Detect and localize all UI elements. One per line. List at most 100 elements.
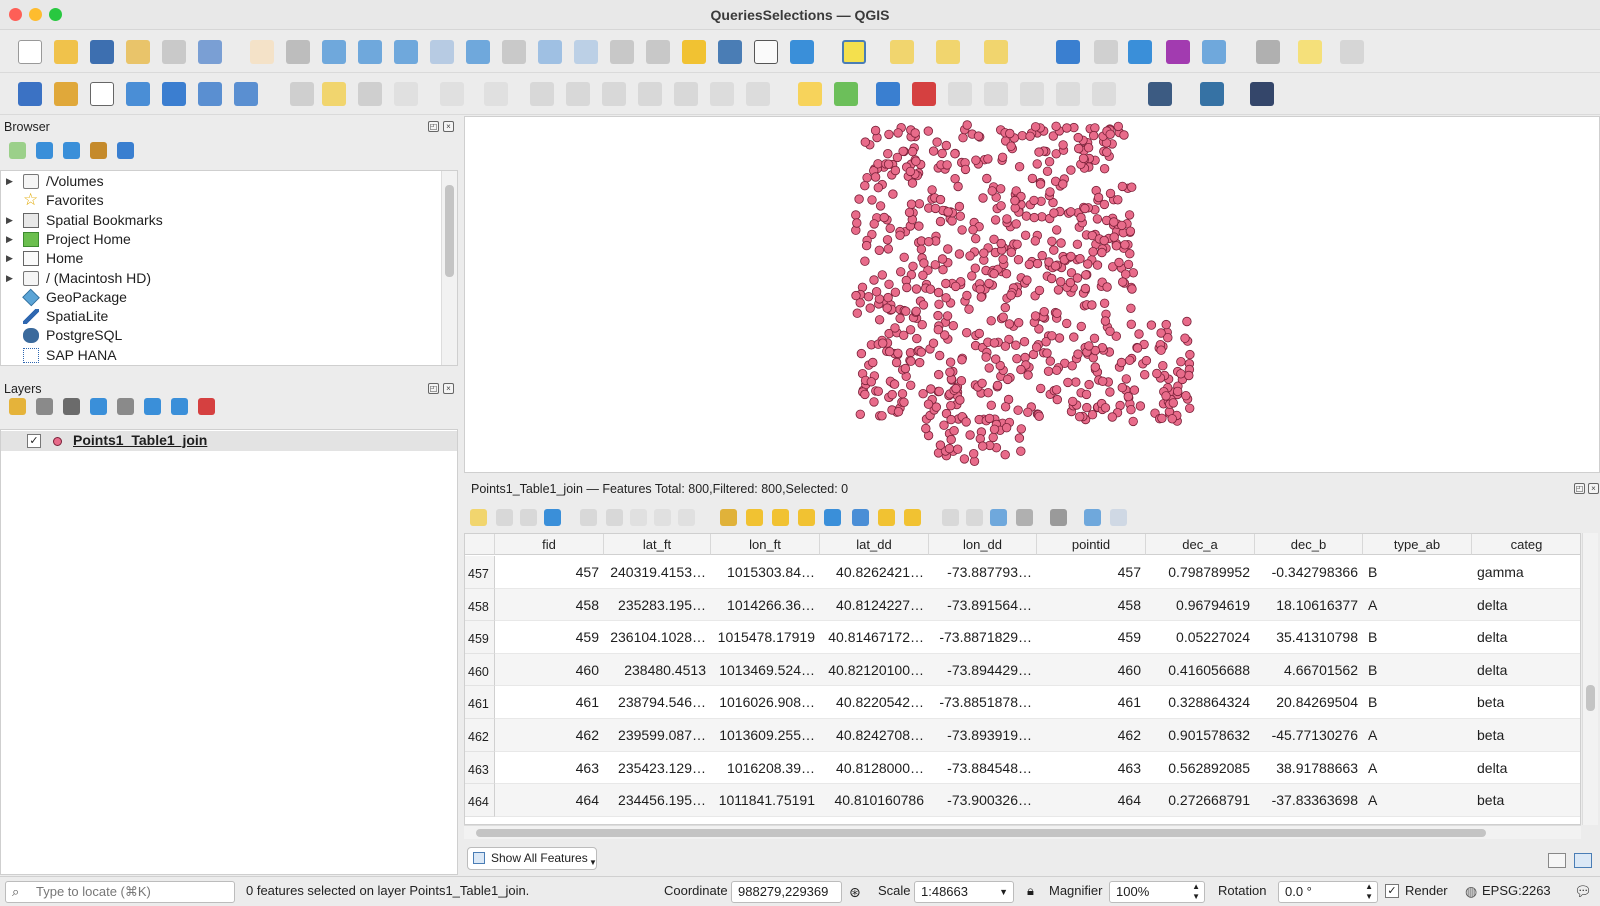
table-cell[interactable]: delta [1472,653,1580,687]
label-pin-icon[interactable] [876,82,900,106]
vertex-tool-icon[interactable] [484,82,508,106]
zoom-to-layer-icon[interactable] [466,40,490,64]
copy-features-icon[interactable] [638,82,662,106]
table-cell[interactable]: B [1363,621,1472,654]
browser-item[interactable]: SAP HANA [1,346,457,366]
table-cell[interactable]: beta [1472,784,1580,817]
table-cell[interactable]: 464 [495,784,604,817]
zoom-to-selection-icon[interactable] [430,40,454,64]
redo-icon[interactable] [746,82,770,106]
crs-button[interactable]: EPSG:2263 [1482,883,1551,898]
label-rotate-icon[interactable] [1020,82,1044,106]
table-cell[interactable]: 0.05227024 [1146,621,1255,654]
collapse-all-icon[interactable] [171,398,188,415]
select-by-expression-icon[interactable] [720,509,737,526]
undo-icon[interactable] [710,82,734,106]
add-group-icon[interactable] [36,398,53,415]
table-cell[interactable]: 40.8242708… [820,719,929,752]
table-cell[interactable]: B [1363,686,1472,719]
table-cell[interactable]: 4.66701562 [1255,653,1363,687]
magnifier-spinbox[interactable]: 100% ▲ ▼ [1109,881,1205,903]
label-change-icon[interactable] [1056,82,1080,106]
lock-icon[interactable]: 🔒︎ [1027,883,1034,899]
delete-selected-icon[interactable] [606,509,623,526]
table-cell[interactable]: 0.328864324 [1146,686,1255,719]
filter-legend-icon[interactable] [90,398,107,415]
layer-name[interactable]: Points1_Table1_join [73,432,207,448]
row-header[interactable]: 460 [465,653,495,687]
zoom-window-button[interactable] [49,8,62,21]
conditional-formatting-icon[interactable] [1016,509,1033,526]
table-cell[interactable]: -73.884548… [929,751,1037,785]
table-cell[interactable]: B [1363,653,1472,687]
table-cell[interactable]: A [1363,588,1472,622]
label-hide-icon[interactable] [1092,82,1116,106]
delete-selected-icon[interactable] [566,82,590,106]
column-header[interactable]: lon_dd [929,534,1037,555]
column-header[interactable]: lon_ft [711,534,820,555]
digitize-vertex-icon[interactable] [90,82,114,106]
mesh-layer-icon[interactable] [198,82,222,106]
actions-icon[interactable] [1050,509,1067,526]
table-cell[interactable]: 1013609.255… [711,719,820,752]
row-header[interactable]: 464 [465,784,495,817]
zoom-in-icon[interactable] [322,40,346,64]
table-cell[interactable]: 1014266.36… [711,588,820,622]
float-panel-icon[interactable]: ◰ [428,121,439,132]
toggle-editing-icon[interactable] [470,509,487,526]
table-cell[interactable]: -73.8871829… [929,621,1037,654]
row-header[interactable]: 457 [465,556,495,589]
table-cell[interactable]: 40.82120100… [820,653,929,687]
table-cell[interactable]: -37.83363698 [1255,784,1363,817]
label-move-icon[interactable] [948,82,972,106]
table-cell[interactable]: 234456.195… [604,784,711,817]
show-all-features-button[interactable]: Show All Features ▼ [467,847,597,870]
save-edits-icon[interactable] [358,82,382,106]
row-header[interactable]: 463 [465,751,495,785]
table-cell[interactable]: 0.272668791 [1146,784,1255,817]
filter-expression-icon[interactable] [117,398,134,415]
browser-item[interactable]: ▶ Home [1,249,457,269]
save-edits-icon[interactable] [520,509,537,526]
browser-item[interactable]: ▶ Project Home [1,230,457,250]
new-3d-view-icon[interactable] [646,40,670,64]
vector-tile-icon[interactable] [234,82,258,106]
messages-icon[interactable]: 💬︎ [1574,883,1592,900]
table-cell[interactable]: -73.894429… [929,653,1037,687]
table-corner[interactable] [465,534,495,555]
table-cell[interactable]: 457 [1037,556,1146,589]
table-cell[interactable]: B [1363,556,1472,589]
table-cell[interactable]: 40.8262421… [820,556,929,589]
zoom-last-icon[interactable] [538,40,562,64]
table-cell[interactable]: 235423.129… [604,751,711,785]
map-tips-icon[interactable] [1298,40,1322,64]
statistics-sigma-icon[interactable] [1166,40,1190,64]
python-console-icon[interactable] [1200,82,1224,106]
table-cell[interactable]: -73.887793… [929,556,1037,589]
table-cell[interactable]: A [1363,784,1472,817]
table-cell[interactable]: 40.81467172… [820,621,929,654]
table-cell[interactable]: 460 [495,653,604,687]
save-as-icon[interactable] [126,40,150,64]
zoom-next-icon[interactable] [574,40,598,64]
open-field-calc-icon[interactable] [1202,40,1226,64]
table-cell[interactable]: -0.342798366 [1255,556,1363,589]
identify-icon[interactable] [1056,40,1080,64]
table-cell[interactable]: 1016208.39… [711,751,820,785]
table-cell[interactable]: 463 [1037,751,1146,785]
table-cell[interactable]: -73.893919… [929,719,1037,752]
table-cell[interactable]: 1015303.84… [711,556,820,589]
toggle-extents-icon[interactable]: ⊛ [849,884,861,901]
map-canvas[interactable] [464,116,1600,473]
table-cell[interactable]: 239599.087… [604,719,711,752]
virtual-layer-icon[interactable] [162,82,186,106]
locator-search-input[interactable]: ⌕ Type to locate (⌘K) [5,881,235,903]
table-horizontal-scrollbar[interactable] [464,825,1581,839]
layer-row[interactable]: ✓ Points1_Table1_join [1,431,457,451]
new-geopackage-icon[interactable] [54,82,78,106]
add-point-icon[interactable] [440,82,464,106]
digitize-line-icon[interactable] [394,82,418,106]
expand-arrow-icon[interactable]: ▶ [6,249,13,269]
table-cell[interactable]: 459 [1037,621,1146,654]
coordinate-field[interactable]: 988279,229369 [731,881,842,903]
